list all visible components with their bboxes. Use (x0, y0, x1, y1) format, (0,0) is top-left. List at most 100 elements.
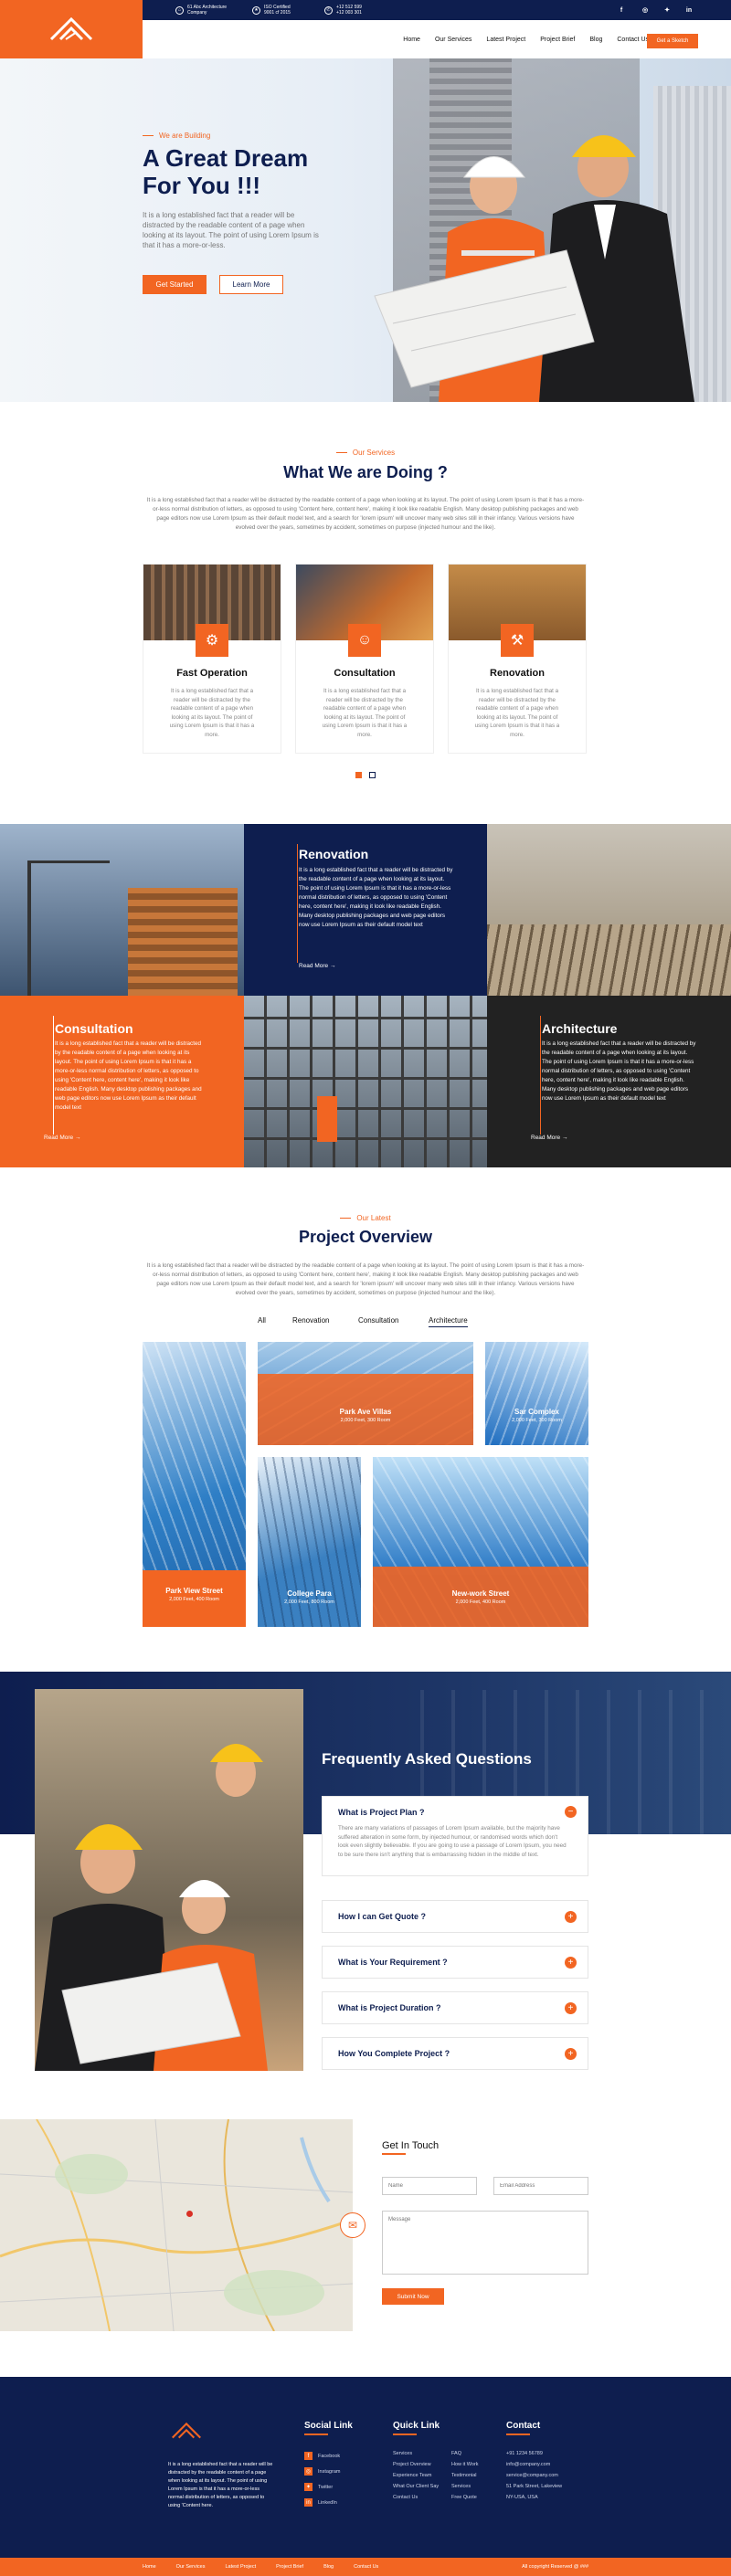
faq-item-get-quote[interactable]: How I can Get Quote ? + (322, 1900, 588, 1933)
facebook-icon[interactable]: f (616, 5, 627, 16)
project-name: Sar Complex (514, 1408, 559, 1416)
footer-social-title: Social Link (304, 2421, 353, 2431)
services-text: It is a long established fact that a rea… (146, 497, 585, 531)
instagram-icon[interactable]: ◎ (640, 5, 651, 16)
faq-item-requirement[interactable]: What is Your Requirement ? + (322, 1946, 588, 1979)
message-textarea[interactable] (382, 2211, 588, 2275)
project-park-ave-villas[interactable]: Park Ave Villas 2,000 Feet, 300 Room (258, 1342, 473, 1445)
faq-item-duration[interactable]: What is Project Duration ? + (322, 1991, 588, 2024)
get-started-button[interactable]: Get Started (143, 275, 207, 294)
footer-link[interactable]: How it Work (451, 2459, 479, 2470)
architecture-tile: Architecture It is a long established fa… (487, 996, 731, 1167)
project-park-view-street[interactable]: Park View Street 2,000 Feet, 400 Room (143, 1342, 246, 1627)
service-card-title: Consultation (334, 668, 396, 679)
tab-renovation[interactable]: Renovation (292, 1316, 329, 1325)
minus-icon[interactable]: − (565, 1806, 577, 1818)
tab-architecture[interactable]: Architecture (429, 1316, 468, 1327)
footer-social-item[interactable]: in LinkedIn (304, 2495, 340, 2510)
nav-project-brief[interactable]: Project Brief (533, 37, 582, 43)
footer-quick-col2: FAQ How it Work Testimonial Services Fre… (451, 2448, 479, 2503)
footer-social-item[interactable]: ◎ Instagram (304, 2464, 340, 2479)
renovation-read-more[interactable]: Read More → (299, 963, 335, 969)
footer-link[interactable]: Services (451, 2481, 479, 2492)
arrow-right-icon: → (329, 963, 336, 969)
footer-bottom-link[interactable]: Contact Us (354, 2564, 378, 2570)
architecture-tile-text: It is a long established fact that a rea… (542, 1040, 696, 1102)
faq-answer: There are many variations of passages of… (338, 1825, 567, 1858)
footer-link[interactable]: Project Overview (393, 2459, 439, 2470)
footer-link[interactable]: What Our Client Say (393, 2481, 439, 2492)
service-card-renovation[interactable]: ⚒ Renovation It is a long established fa… (448, 564, 587, 754)
service-card-consultation[interactable]: ☺ Consultation It is a long established … (295, 564, 434, 754)
nav-latest-project[interactable]: Latest Project (479, 37, 533, 43)
carousel-dot[interactable] (369, 772, 376, 778)
projects-eyebrow: Our Latest (0, 1214, 731, 1222)
architecture-read-more[interactable]: Read More → (531, 1135, 567, 1141)
faq-item-complete-project[interactable]: How You Complete Project ? + (322, 2037, 588, 2070)
hero-title: A Great Dream For You !!! (143, 144, 308, 199)
footer-bottom-link[interactable]: Our Services (176, 2564, 206, 2570)
project-sar-complex[interactable]: Sar Complex 2,000 Feet, 300 Room (485, 1342, 588, 1445)
plus-icon[interactable]: + (565, 1957, 577, 1969)
footer-social-item[interactable]: ✦ Twitter (304, 2479, 340, 2495)
faq-item-project-plan[interactable]: What is Project Plan ? − There are many … (322, 1796, 588, 1876)
plus-icon[interactable]: + (565, 1911, 577, 1923)
nav-home[interactable]: Home (396, 37, 428, 43)
carousel-dot-active[interactable] (355, 772, 362, 778)
name-input[interactable] (382, 2177, 477, 2195)
excavator-icon: ⚒ (501, 624, 534, 657)
service-card-fast-operation[interactable]: ⚙ Fast Operation It is a long establishe… (143, 564, 281, 754)
footer-link[interactable]: Testimonial (451, 2470, 479, 2481)
project-name: New-work Street (451, 1589, 510, 1598)
logo-icon (49, 16, 93, 41)
footer-bottom-bar: Home Our Services Latest Project Project… (0, 2558, 731, 2576)
contact-title-underline (382, 2153, 406, 2155)
project-college-para[interactable]: College Para 2,000 Feet, 800 Room (258, 1457, 361, 1627)
location-map[interactable] (0, 2119, 353, 2331)
footer-contact-line[interactable]: service@company.com (506, 2470, 562, 2481)
email-input[interactable] (493, 2177, 588, 2195)
nav-blog[interactable]: Blog (582, 37, 609, 43)
get-sketch-button[interactable]: Get a Sketch (647, 34, 698, 48)
faq-question: What is Project Duration ? (338, 2003, 441, 2012)
footer-social-label: Facebook (318, 2453, 341, 2459)
footer-link[interactable]: FAQ (451, 2448, 479, 2459)
project-new-work-street[interactable]: New-work Street 2,000 Feet, 400 Room (373, 1457, 588, 1627)
footer-bottom-link[interactable]: Home (143, 2564, 156, 2570)
service-card-title: Renovation (490, 668, 545, 679)
consultation-read-more[interactable]: Read More → (44, 1135, 80, 1141)
footer-link[interactable]: Services (393, 2448, 439, 2459)
footer-title-underline (304, 2433, 328, 2435)
consultation-read-more-label: Read More (44, 1135, 74, 1141)
footer-link[interactable]: Experience Team (393, 2470, 439, 2481)
footer-bottom-link[interactable]: Blog (323, 2564, 334, 2570)
footer-about: It is a long established fact that a rea… (168, 2462, 273, 2508)
project-caption: Park Ave Villas 2,000 Feet, 300 Room (258, 1408, 473, 1423)
footer-contact-line[interactable]: info@company.com (506, 2459, 562, 2470)
contact-title: Get In Touch (382, 2140, 440, 2151)
footer-bottom-link[interactable]: Project Brief (276, 2564, 303, 2570)
footer-quick-title: Quick Link (393, 2421, 440, 2431)
twitter-icon[interactable]: ✦ (662, 5, 673, 16)
nav-our-services[interactable]: Our Services (428, 37, 479, 43)
tab-consultation[interactable]: Consultation (358, 1316, 398, 1325)
home-icon: ⌂ (175, 5, 184, 15)
logo[interactable] (0, 0, 143, 58)
plus-icon[interactable]: + (565, 2048, 577, 2060)
footer-bottom-link[interactable]: Latest Project (225, 2564, 256, 2570)
footer-logo-icon[interactable] (170, 2421, 203, 2441)
project-caption: Park View Street 2,000 Feet, 400 Room (143, 1587, 246, 1602)
topbar-cert-line2: 9001 cf 2015 (264, 10, 291, 16)
faq-question: What is Project Plan ? (338, 1808, 425, 1817)
plus-icon[interactable]: + (565, 2002, 577, 2014)
learn-more-button[interactable]: Learn More (219, 275, 283, 294)
footer-link[interactable]: Contact Us (393, 2492, 439, 2503)
map-pin-icon[interactable] (186, 2211, 193, 2217)
hero-engineers-image (374, 135, 694, 402)
linkedin-icon[interactable]: in (683, 5, 694, 16)
footer-contact-list: +91 1234 56789 info@company.com service@… (506, 2448, 562, 2503)
tab-all[interactable]: All (258, 1316, 266, 1325)
submit-button[interactable]: Submit Now (382, 2288, 444, 2305)
footer-link[interactable]: Free Quote (451, 2492, 479, 2503)
footer-social-item[interactable]: f Facebook (304, 2448, 340, 2464)
